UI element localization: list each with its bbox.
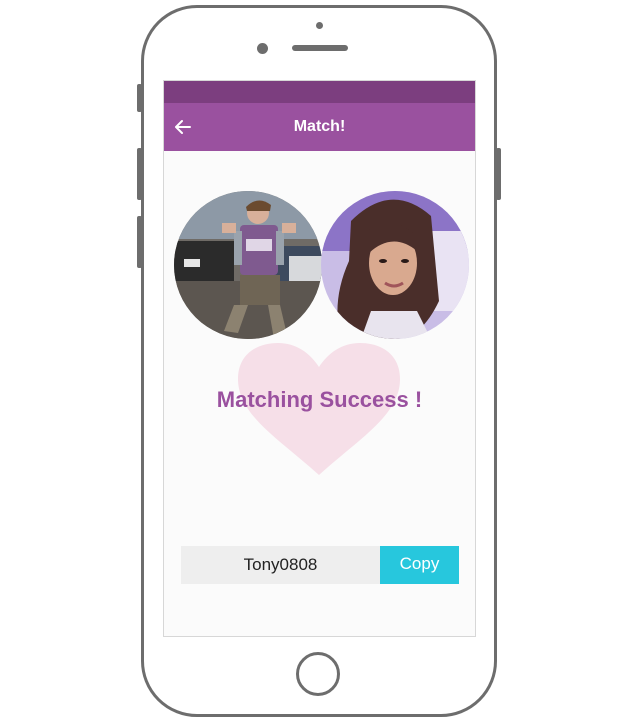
earpiece-speaker <box>292 45 348 51</box>
match-success-message: Matching Success ! <box>216 387 423 412</box>
avatar-right[interactable] <box>321 191 469 339</box>
avatar-left[interactable] <box>174 191 322 339</box>
page-title: Match! <box>293 118 346 135</box>
power-button <box>496 148 501 200</box>
volume-up-button <box>137 148 142 200</box>
front-camera <box>316 22 323 29</box>
proximity-sensor <box>257 43 268 54</box>
home-button[interactable] <box>296 652 340 696</box>
app-screen: Match! Matching Success ! Tony0808 Copy <box>163 80 476 637</box>
volume-down-button <box>137 216 142 268</box>
username-field[interactable]: Tony0808 <box>181 546 380 584</box>
status-bar <box>164 81 475 103</box>
copy-button[interactable]: Copy <box>380 546 459 584</box>
username-copy-bar: Tony0808 Copy <box>181 546 459 584</box>
mute-switch <box>137 84 142 112</box>
app-bar: Match! <box>164 103 475 151</box>
